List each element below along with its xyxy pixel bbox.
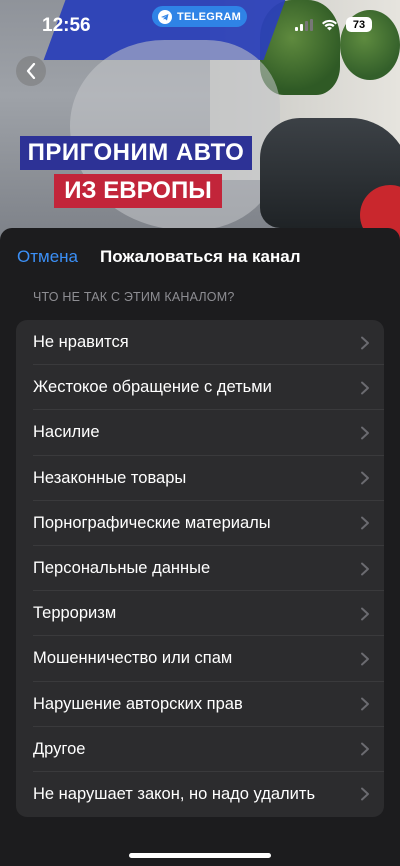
reason-label: Насилие <box>33 423 100 442</box>
report-channel-sheet: Отмена Пожаловаться на канал ЧТО НЕ ТАК … <box>0 228 400 866</box>
section-header: ЧТО НЕ ТАК С ЭТИМ КАНАЛОМ? <box>33 290 235 304</box>
back-button[interactable] <box>16 56 46 86</box>
chevron-right-icon <box>361 697 369 711</box>
reason-label: Не нарушает закон, но надо удалить <box>33 784 316 803</box>
reason-other[interactable]: Другое <box>16 727 384 773</box>
status-bar: 12:56 TELEGRAM 73 <box>0 0 400 50</box>
chevron-right-icon <box>361 652 369 666</box>
report-reasons-list: Не нравится Жестокое обращение с детьми … <box>16 320 384 818</box>
reason-personal-data[interactable]: Персональные данные <box>16 546 384 592</box>
status-indicators: 73 <box>295 17 372 32</box>
chevron-left-icon <box>26 63 36 79</box>
chevron-right-icon <box>361 607 369 621</box>
promo-banner-line-2: ИЗ ЕВРОПЫ <box>54 174 222 208</box>
status-time: 12:56 <box>42 15 91 36</box>
signal-icon <box>295 18 313 31</box>
reason-label: Терроризм <box>33 604 117 623</box>
chevron-right-icon <box>361 787 369 801</box>
telegram-return-pill[interactable]: TELEGRAM <box>152 6 247 27</box>
reason-label: Другое <box>33 739 86 758</box>
battery-indicator: 73 <box>346 17 372 32</box>
reason-label: Не нравится <box>33 333 129 352</box>
wifi-icon <box>322 19 337 30</box>
reason-label: Персональные данные <box>33 559 211 578</box>
reason-label: Порнографические материалы <box>33 513 271 532</box>
cancel-button[interactable]: Отмена <box>17 247 78 267</box>
reason-illegal-goods[interactable]: Незаконные товары <box>16 456 384 501</box>
promo-banner-line-1: ПРИГОНИМ АВТО <box>20 136 252 170</box>
chevron-right-icon <box>361 516 369 530</box>
chevron-right-icon <box>361 381 369 395</box>
reason-label: Нарушение авторских прав <box>33 694 243 713</box>
telegram-icon <box>157 9 172 24</box>
reason-child-abuse[interactable]: Жестокое обращение с детьми <box>16 365 384 411</box>
reason-terrorism[interactable]: Терроризм <box>16 591 384 637</box>
reason-label: Жестокое обращение с детьми <box>33 378 272 397</box>
reason-pornography[interactable]: Порнографические материалы <box>16 501 384 547</box>
sheet-navigation-bar: Отмена Пожаловаться на канал <box>0 228 400 286</box>
home-indicator <box>129 853 271 858</box>
chevron-right-icon <box>361 471 369 485</box>
sheet-title: Пожаловаться на канал <box>100 247 301 266</box>
reason-dislike[interactable]: Не нравится <box>16 320 384 366</box>
chevron-right-icon <box>361 426 369 440</box>
reason-scam-spam[interactable]: Мошенничество или спам <box>16 636 384 682</box>
reason-label: Мошенничество или спам <box>33 649 233 668</box>
reason-label: Незаконные товары <box>33 468 187 487</box>
reason-violence[interactable]: Насилие <box>16 410 384 456</box>
chevron-right-icon <box>361 562 369 576</box>
reason-copyright[interactable]: Нарушение авторских прав <box>16 682 384 727</box>
reason-not-illegal-remove[interactable]: Не нарушает закон, но надо удалить <box>16 772 384 817</box>
chevron-right-icon <box>361 336 369 350</box>
telegram-pill-label: TELEGRAM <box>176 10 242 23</box>
chevron-right-icon <box>361 742 369 756</box>
